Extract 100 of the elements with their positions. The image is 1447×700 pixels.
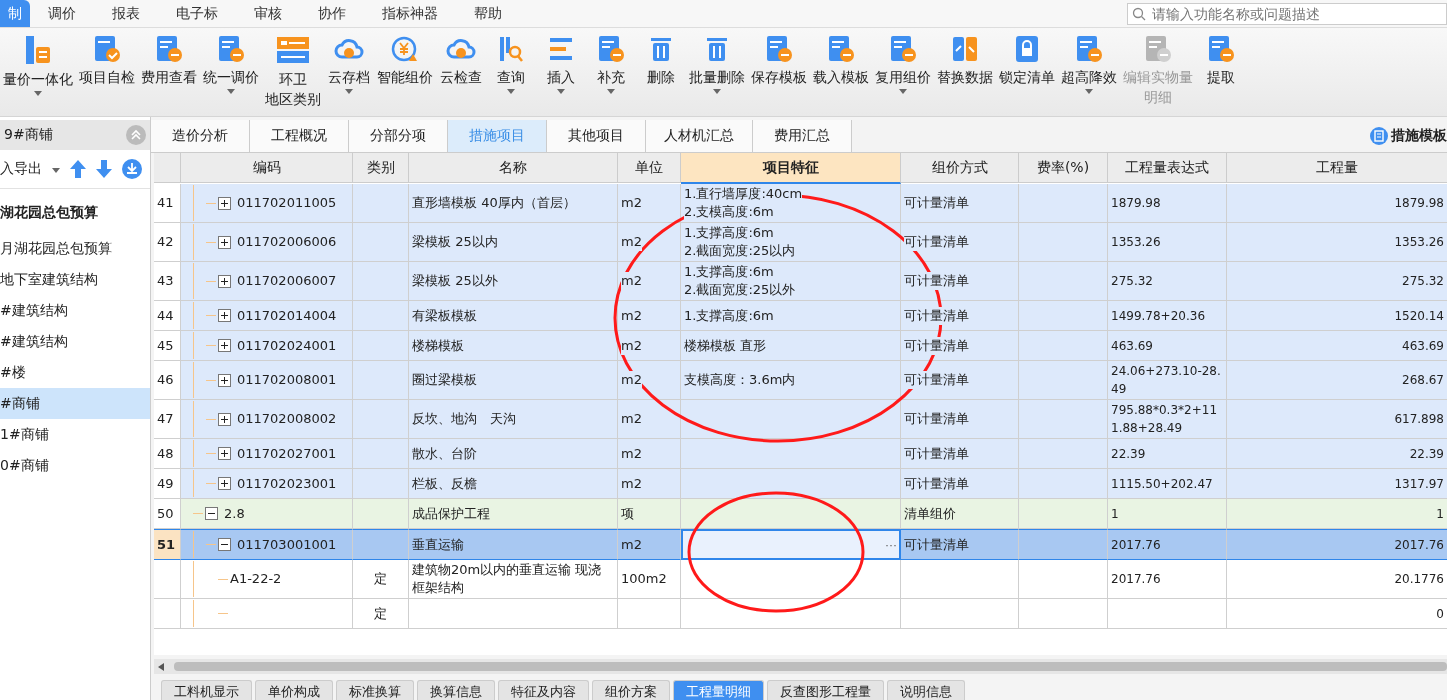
caret-icon bbox=[607, 89, 615, 94]
type-cell bbox=[353, 301, 409, 331]
tab[interactable]: 说明信息 bbox=[887, 680, 965, 700]
expand-icon[interactable] bbox=[218, 196, 231, 210]
unit-cell: 项 bbox=[618, 499, 681, 529]
menu-item[interactable]: 调价 bbox=[30, 0, 94, 27]
toolbar-button[interactable]: 补充 bbox=[586, 28, 636, 94]
toolbar-button[interactable]: 项目自检 bbox=[76, 28, 138, 92]
expand-icon[interactable] bbox=[218, 274, 231, 288]
tab[interactable]: 人材机汇总 bbox=[646, 120, 753, 152]
tree-item[interactable]: #建筑结构 bbox=[0, 295, 150, 326]
list-icon bbox=[548, 35, 574, 63]
expand-icon[interactable] bbox=[218, 373, 231, 387]
column-header[interactable]: 组价方式 bbox=[901, 153, 1019, 183]
tree-item[interactable]: 1#商铺 bbox=[0, 419, 150, 450]
toolbar-button[interactable]: 费用查看 bbox=[138, 28, 200, 92]
expand-icon[interactable] bbox=[218, 235, 231, 249]
toolbar-button[interactable]: 替换数据 bbox=[934, 28, 996, 92]
feature-cell: 支模高度：3.6m内 bbox=[681, 361, 901, 400]
toolbar-button[interactable]: 云存档 bbox=[324, 28, 374, 94]
toolbar-button[interactable]: 云检查 bbox=[436, 28, 486, 92]
toolbar-button[interactable]: 保存模板 bbox=[748, 28, 810, 92]
name-cell: 散水、台阶 bbox=[409, 439, 618, 469]
menu-item[interactable]: 审核 bbox=[236, 0, 300, 27]
expand-icon[interactable] bbox=[218, 477, 231, 490]
tab[interactable]: 工程概况 bbox=[250, 120, 349, 152]
column-header[interactable]: 类别 bbox=[353, 153, 409, 183]
column-header[interactable]: 费率(%) bbox=[1019, 153, 1108, 183]
column-header[interactable]: 工程量 bbox=[1227, 153, 1447, 183]
method-cell: 可计量清单 bbox=[901, 361, 1019, 400]
expand-icon[interactable] bbox=[218, 309, 231, 322]
tab[interactable]: 组价方案 bbox=[592, 680, 670, 700]
row-number: 48 bbox=[154, 439, 181, 469]
unit-cell: m2 bbox=[618, 469, 681, 499]
tab[interactable]: 造价分析 bbox=[151, 120, 250, 152]
expand-icon[interactable] bbox=[218, 339, 231, 352]
tree-item[interactable]: #商铺 bbox=[0, 388, 150, 419]
name-cell: 成品保护工程 bbox=[409, 499, 618, 529]
caret-icon bbox=[52, 167, 60, 173]
toolbar-button[interactable]: 锁定清单 bbox=[996, 28, 1058, 92]
toolbar-button[interactable]: 统一调价 bbox=[200, 28, 262, 94]
tab[interactable]: 换算信息 bbox=[417, 680, 495, 700]
tree-item[interactable]: #建筑结构 bbox=[0, 326, 150, 357]
tab[interactable]: 分部分项 bbox=[349, 120, 448, 152]
toolbar-button[interactable]: 插入 bbox=[536, 28, 586, 94]
tab[interactable]: 单价构成 bbox=[255, 680, 333, 700]
name-cell: 直形墙模板 40厚内（首层） bbox=[409, 184, 618, 223]
search-field[interactable]: 请输入功能名称或问题描述 bbox=[1127, 2, 1447, 25]
toolbar-button[interactable]: 提取 bbox=[1196, 28, 1246, 92]
tab[interactable]: 反查图形工程量 bbox=[767, 680, 884, 700]
search-icon bbox=[1132, 6, 1146, 21]
down-arrow-icon[interactable] bbox=[96, 160, 112, 178]
menu-item[interactable]: 帮助 bbox=[456, 0, 520, 27]
toolbar-button[interactable]: 载入模板 bbox=[810, 28, 872, 92]
toolbar-button[interactable]: 超高降效 bbox=[1058, 28, 1120, 94]
tree-item[interactable]: #楼 bbox=[0, 357, 150, 388]
toolbar-button[interactable]: 智能组价 bbox=[374, 28, 436, 92]
expand-icon[interactable] bbox=[218, 412, 231, 426]
export-menu[interactable]: 入导出 bbox=[0, 160, 42, 178]
more-button[interactable]: ··· bbox=[885, 537, 897, 552]
download-icon[interactable] bbox=[122, 159, 142, 179]
scrollbar-thumb[interactable] bbox=[174, 662, 1447, 671]
column-header[interactable]: 工程量表达式 bbox=[1108, 153, 1227, 183]
column-header[interactable]: 名称 bbox=[409, 153, 618, 183]
tab[interactable]: 特征及内容 bbox=[498, 680, 589, 700]
qty-cell: 2017.76 bbox=[1227, 529, 1447, 560]
toolbar-button[interactable]: 查询 bbox=[486, 28, 536, 94]
tree-item[interactable]: 湖花园总包预算 bbox=[0, 193, 150, 233]
toolbar-button[interactable]: 环卫 地区类别 bbox=[262, 28, 324, 114]
collapse-icon[interactable] bbox=[205, 507, 218, 520]
tab[interactable]: 费用汇总 bbox=[753, 120, 852, 152]
toolbar-button[interactable]: 复用组价 bbox=[872, 28, 934, 94]
menu-item[interactable]: 报表 bbox=[94, 0, 158, 27]
tree-item[interactable]: 地下室建筑结构 bbox=[0, 264, 150, 295]
toolbar-button[interactable]: 量价一体化 bbox=[0, 28, 76, 96]
trash-icon bbox=[648, 35, 674, 63]
template-button[interactable]: 措施模板 bbox=[1391, 127, 1447, 145]
column-header[interactable]: 项目特征 bbox=[681, 153, 901, 184]
menu-item[interactable]: 协作 bbox=[300, 0, 364, 27]
qty-cell: 1 bbox=[1227, 499, 1447, 529]
tree-item[interactable]: 月湖花园总包预算 bbox=[0, 233, 150, 264]
expand-icon[interactable] bbox=[218, 447, 231, 460]
tab[interactable]: 其他项目 bbox=[547, 120, 646, 152]
scroll-left-icon[interactable] bbox=[158, 662, 164, 671]
caret-icon bbox=[557, 89, 565, 94]
column-header[interactable]: 编码 bbox=[181, 153, 353, 183]
tree-item[interactable]: 0#商铺 bbox=[0, 450, 150, 481]
row-number: 42 bbox=[154, 223, 181, 262]
tab[interactable]: 标准换算 bbox=[336, 680, 414, 700]
toolbar-button[interactable]: 删除 bbox=[636, 28, 686, 92]
tab[interactable]: 工料机显示 bbox=[161, 680, 252, 700]
menu-item[interactable]: 电子标 bbox=[158, 0, 236, 27]
menu-item[interactable]: 指标神器 bbox=[364, 0, 456, 27]
toolbar-button[interactable]: 批量删除 bbox=[686, 28, 748, 94]
qty-cell: 1520.14 bbox=[1227, 301, 1447, 331]
type-cell bbox=[353, 499, 409, 529]
column-header[interactable]: 单位 bbox=[618, 153, 681, 183]
up-arrow-icon[interactable] bbox=[70, 160, 86, 178]
collapse-icon[interactable] bbox=[218, 538, 231, 551]
row-number: 46 bbox=[154, 361, 181, 400]
